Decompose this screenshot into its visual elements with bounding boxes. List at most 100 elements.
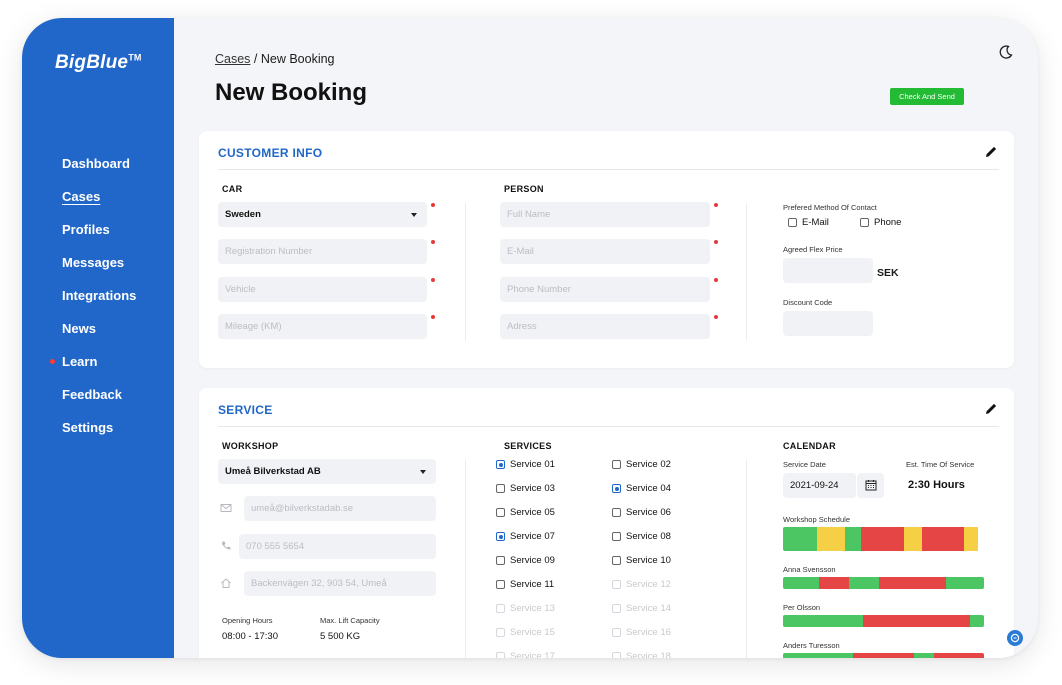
- checkbox-box: [496, 556, 505, 565]
- sidebar-nav: Dashboard Cases Profiles Messages Integr…: [50, 156, 136, 453]
- service-checkbox[interactable]: Service 03: [496, 483, 555, 494]
- home-icon: [221, 578, 231, 588]
- service-checkbox-label: Service 03: [510, 483, 555, 494]
- schedule-segment: [849, 577, 880, 589]
- schedule-bar[interactable]: [783, 615, 984, 627]
- service-checkbox-label: Service 04: [626, 483, 671, 494]
- flex-price-field[interactable]: [783, 258, 873, 283]
- phone-icon: [222, 541, 231, 550]
- required-marker: [431, 278, 435, 282]
- required-marker: [714, 278, 718, 282]
- card-title: SERVICE: [218, 403, 273, 417]
- email-field[interactable]: E-Mail: [500, 239, 710, 264]
- service-checkbox-label: Service 13: [510, 603, 555, 614]
- currency-label: SEK: [877, 267, 899, 279]
- breadcrumb-current: New Booking: [260, 52, 335, 66]
- discount-code-field[interactable]: [783, 311, 873, 336]
- calendar-button[interactable]: [857, 473, 884, 498]
- schedule-segment: [921, 527, 964, 551]
- schedule-segment: [963, 527, 978, 551]
- sidebar-item-settings[interactable]: Settings: [62, 420, 136, 453]
- services-label: SERVICES: [504, 441, 552, 451]
- sidebar: BigBlueTM Dashboard Cases Profiles Messa…: [22, 18, 174, 658]
- logo[interactable]: BigBlueTM: [55, 52, 142, 74]
- country-select[interactable]: Sweden: [218, 202, 427, 227]
- edit-pencil-icon[interactable]: [985, 402, 998, 415]
- service-card: SERVICE WORKSHOP Umeå Bilverkstad AB ume…: [199, 388, 1014, 658]
- service-checkbox[interactable]: Service 04: [612, 483, 671, 494]
- checkbox-box: [496, 604, 505, 613]
- full-name-field[interactable]: Full Name: [500, 202, 710, 227]
- service-checkbox[interactable]: Service 07: [496, 531, 555, 542]
- workshop-label: WORKSHOP: [222, 441, 279, 451]
- schedule-segment: [817, 527, 846, 551]
- schedule-segment: [945, 577, 984, 589]
- required-marker: [714, 315, 718, 319]
- service-checkbox[interactable]: Service 05: [496, 507, 555, 518]
- workshop-address: Backenvägen 32, 903 54, Umeå: [244, 571, 436, 596]
- checkbox-box: [612, 556, 621, 565]
- schedule-segment: [783, 527, 818, 551]
- sidebar-item-dashboard[interactable]: Dashboard: [62, 156, 136, 189]
- schedule-segment: [913, 653, 934, 658]
- checkbox-box: [496, 508, 505, 517]
- sidebar-item-cases[interactable]: Cases: [62, 189, 136, 222]
- service-checkbox[interactable]: Service 01: [496, 459, 555, 470]
- schedule-segment: [903, 527, 922, 551]
- checkbox-box: [612, 484, 621, 493]
- opening-hours-value: 08:00 - 17:30: [222, 631, 278, 642]
- breadcrumb-separator: /: [250, 52, 261, 66]
- service-checkbox[interactable]: Service 06: [612, 507, 671, 518]
- schedule-segment: [861, 527, 904, 551]
- checkbox-box: [612, 532, 621, 541]
- schedule-label: Per Olsson: [783, 603, 821, 612]
- vehicle-field[interactable]: Vehicle: [218, 277, 427, 302]
- schedule-segment: [783, 653, 854, 658]
- sidebar-item-feedback[interactable]: Feedback: [62, 387, 136, 420]
- address-field[interactable]: Adress: [500, 314, 710, 339]
- checkbox-box: [612, 604, 621, 613]
- chat-icon: [1010, 633, 1020, 643]
- service-checkbox: Service 12: [612, 579, 671, 590]
- schedule-bar[interactable]: [783, 577, 984, 589]
- checkbox-box: [860, 218, 869, 227]
- service-checkbox-label: Service 01: [510, 459, 555, 470]
- sidebar-item-news[interactable]: News: [62, 321, 136, 354]
- edit-pencil-icon[interactable]: [985, 145, 998, 158]
- schedule-segment: [933, 653, 984, 658]
- sidebar-item-integrations[interactable]: Integrations: [62, 288, 136, 321]
- service-checkbox[interactable]: Service 09: [496, 555, 555, 566]
- sidebar-item-learn[interactable]: Learn: [50, 354, 136, 387]
- column-divider: [465, 460, 466, 658]
- breadcrumb-link-cases[interactable]: Cases: [215, 52, 250, 66]
- service-checkbox-label: Service 02: [626, 459, 671, 470]
- phone-number-field[interactable]: Phone Number: [500, 277, 710, 302]
- service-checkbox-label: Service 07: [510, 531, 555, 542]
- moon-icon[interactable]: [998, 44, 1014, 60]
- registration-number-field[interactable]: Registration Number: [218, 239, 427, 264]
- schedule-bar[interactable]: [783, 527, 984, 551]
- service-checkbox-label: Service 12: [626, 579, 671, 590]
- checkbox-box: [496, 460, 505, 469]
- service-checkbox[interactable]: Service 10: [612, 555, 671, 566]
- service-checkbox-label: Service 06: [626, 507, 671, 518]
- service-date-field[interactable]: 2021-09-24: [783, 473, 856, 498]
- contact-email-checkbox[interactable]: E-Mail: [788, 217, 829, 228]
- chat-button[interactable]: [1007, 630, 1023, 646]
- sidebar-item-messages[interactable]: Messages: [62, 255, 136, 288]
- notification-dot: [50, 359, 55, 364]
- service-checkbox[interactable]: Service 08: [612, 531, 671, 542]
- service-checkbox: Service 14: [612, 603, 671, 614]
- contact-phone-checkbox[interactable]: Phone: [860, 217, 901, 228]
- schedule-segment: [783, 577, 820, 589]
- check-and-send-button[interactable]: Check And Send: [890, 88, 964, 105]
- sidebar-item-profiles[interactable]: Profiles: [62, 222, 136, 255]
- mileage-field[interactable]: Mileage (KM): [218, 314, 427, 339]
- service-checkbox[interactable]: Service 11: [496, 579, 554, 590]
- workshop-select[interactable]: Umeå Bilverkstad AB: [218, 459, 436, 484]
- schedule-bar[interactable]: [783, 653, 984, 658]
- card-title: CUSTOMER INFO: [218, 146, 323, 160]
- service-checkbox-label: Service 16: [626, 627, 671, 638]
- checkbox-box: [612, 580, 621, 589]
- service-checkbox[interactable]: Service 02: [612, 459, 671, 470]
